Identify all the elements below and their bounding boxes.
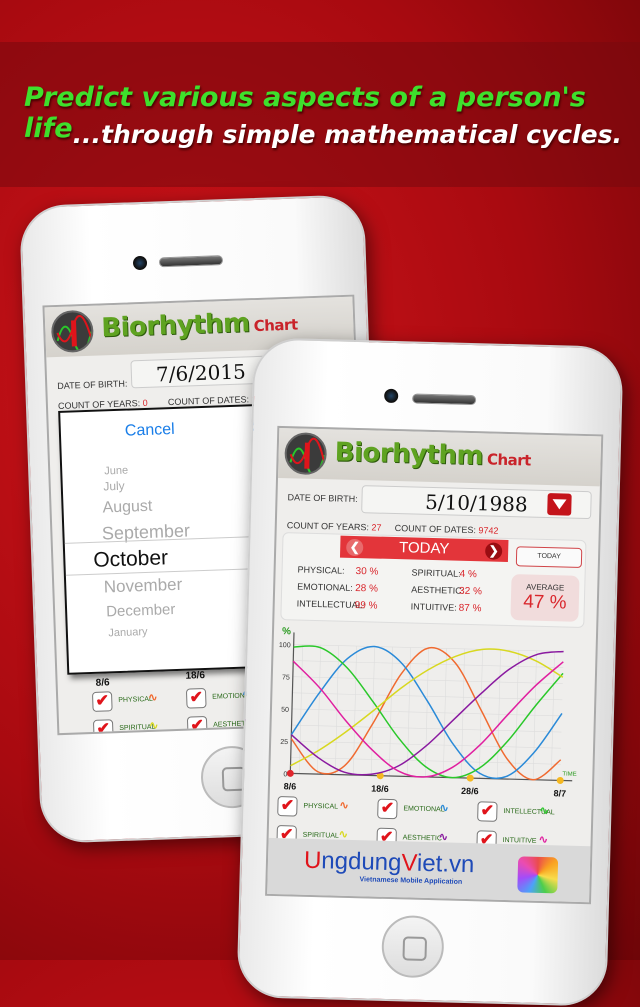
- brand-logo: UngdungViet.vn: [304, 847, 475, 879]
- title-text: Biorhythm: [100, 308, 251, 344]
- cancel-button[interactable]: Cancel: [125, 421, 175, 441]
- dob-field[interactable]: 7/6/2015: [130, 355, 272, 389]
- count-years-value: 27: [371, 522, 382, 533]
- month-option[interactable]: August: [102, 498, 152, 518]
- camera-icon: [384, 388, 399, 404]
- app-title: Biorhythm Chart: [334, 437, 531, 472]
- month-option[interactable]: July: [103, 479, 125, 494]
- x-tick-dot: [466, 774, 474, 782]
- count-years-label: COUNT OF YEARS: 27: [287, 520, 382, 532]
- month-option[interactable]: December: [106, 601, 176, 620]
- app-header: Biorhythm Chart: [278, 427, 602, 487]
- month-option[interactable]: January: [108, 626, 148, 639]
- x-tick-label: 8/7: [553, 788, 566, 798]
- biorhythm-chart: 0 25 50 75 100% TIME 8/6 18/6 28/6 8/7: [279, 626, 577, 798]
- brand-v: V: [401, 849, 418, 877]
- y-tick-label: 0: [283, 771, 287, 778]
- speaker-icon: [412, 393, 477, 406]
- stat-value: 4 %: [459, 568, 477, 581]
- checkbox-physical[interactable]: ✔: [277, 796, 298, 817]
- front-phone: Biorhythm Chart DATE OF BIRTH: 5/10/1988 …: [236, 337, 624, 1007]
- legend-swatch-icon: ∿: [439, 802, 449, 815]
- today-button[interactable]: TODAY: [515, 546, 583, 568]
- dob-label: DATE OF BIRTH:: [57, 378, 128, 391]
- count-years-value: 0: [142, 397, 148, 409]
- checkbox-spiritual[interactable]: ✔: [92, 719, 114, 736]
- y-axis-label: %: [282, 626, 291, 637]
- app-title: Biorhythm Chart: [100, 307, 298, 344]
- dob-label: DATE OF BIRTH:: [287, 492, 358, 505]
- y-tick-label: 100: [279, 642, 291, 649]
- biorhythm-logo-icon: [50, 309, 95, 354]
- stat-value: 32 %: [458, 585, 483, 598]
- camera-icon: [132, 255, 148, 271]
- label: COUNT OF DATES:: [394, 523, 477, 536]
- checkbox-intellectual[interactable]: ✔: [477, 801, 498, 822]
- app-footer: UngdungViet.vn Vietnamese Mobile Applica…: [267, 837, 591, 903]
- prev-day-button[interactable]: ❮: [346, 538, 364, 557]
- title-suffix: Chart: [486, 450, 532, 470]
- brand-ngdung: ngdung: [321, 847, 402, 877]
- biorhythm-logo-icon: [284, 432, 328, 476]
- x-tick-dot: [286, 769, 294, 777]
- day-ribbon: ❮ TODAY ❯: [339, 535, 509, 563]
- x-tick-label: 8/6: [284, 781, 297, 791]
- stat-label: INTUITIVE:: [410, 601, 457, 613]
- month-option[interactable]: June: [104, 465, 128, 478]
- checkbox-physical[interactable]: ✔: [91, 691, 113, 712]
- average-value: 47 %: [522, 591, 567, 614]
- legend-swatch-icon: ∿: [539, 804, 549, 818]
- label: COUNT OF YEARS:: [286, 520, 370, 533]
- y-tick-label: 50: [281, 707, 289, 714]
- stat-label: SPIRITUAL:: [411, 567, 461, 579]
- date-tick: 8/6: [95, 677, 110, 689]
- next-day-button[interactable]: ❯: [484, 542, 503, 560]
- brand-u: U: [303, 846, 322, 875]
- dob-dropdown-button[interactable]: [547, 493, 572, 516]
- month-option[interactable]: November: [103, 575, 182, 598]
- y-tick-label: 25: [280, 739, 288, 746]
- banner-subheadline: ...through simple mathematical cycles.: [72, 120, 622, 149]
- title-text: Biorhythm: [334, 437, 484, 472]
- front-screen: Biorhythm Chart DATE OF BIRTH: 5/10/1988 …: [265, 425, 604, 905]
- checkbox-emotional[interactable]: ✔: [185, 687, 207, 709]
- legend-label: PHYSICAL: [303, 802, 339, 811]
- checkbox-emotional[interactable]: ✔: [377, 798, 398, 820]
- count-dates-value: 9742: [478, 525, 499, 536]
- stat-value: 99 %: [354, 600, 378, 612]
- legend-swatch-icon: ∿: [339, 799, 349, 812]
- y-tick-label: 75: [282, 674, 290, 681]
- x-tick-label: 28/6: [461, 786, 479, 796]
- x-axis-label: TIME: [562, 772, 576, 778]
- checkbox-aesthetic[interactable]: ✔: [186, 715, 208, 736]
- title-suffix: Chart: [253, 315, 298, 336]
- x-tick-label: 18/6: [371, 784, 389, 794]
- legend-swatch-icon: ∿: [148, 691, 158, 704]
- day-label: TODAY: [398, 539, 450, 558]
- legend-swatch-icon: ∿: [148, 719, 159, 732]
- y-axis: [289, 632, 295, 774]
- stat-value: 30 %: [355, 566, 379, 578]
- x-tick-dot: [556, 776, 564, 784]
- stat-value: 28 %: [355, 583, 379, 595]
- stat-label: PHYSICAL:: [297, 564, 345, 576]
- brand-rest: iet.vn: [416, 849, 475, 879]
- stat-value: 87 %: [458, 602, 482, 615]
- speaker-icon: [158, 255, 224, 268]
- promo-banner: Predict various aspects of a person's li…: [0, 42, 640, 187]
- count-dates-label: COUNT OF DATES: 9742: [395, 523, 499, 536]
- average-box: AVERAGE 47 %: [510, 574, 580, 622]
- home-button[interactable]: [381, 914, 445, 979]
- brand-tagline: Vietnamese Mobile Application: [359, 876, 463, 886]
- stat-label: EMOTIONAL:: [297, 581, 353, 593]
- stat-label: AESTHETIC:: [411, 584, 465, 596]
- date-tick: 18/6: [185, 670, 206, 682]
- app-icons-cluster-icon: [517, 856, 559, 894]
